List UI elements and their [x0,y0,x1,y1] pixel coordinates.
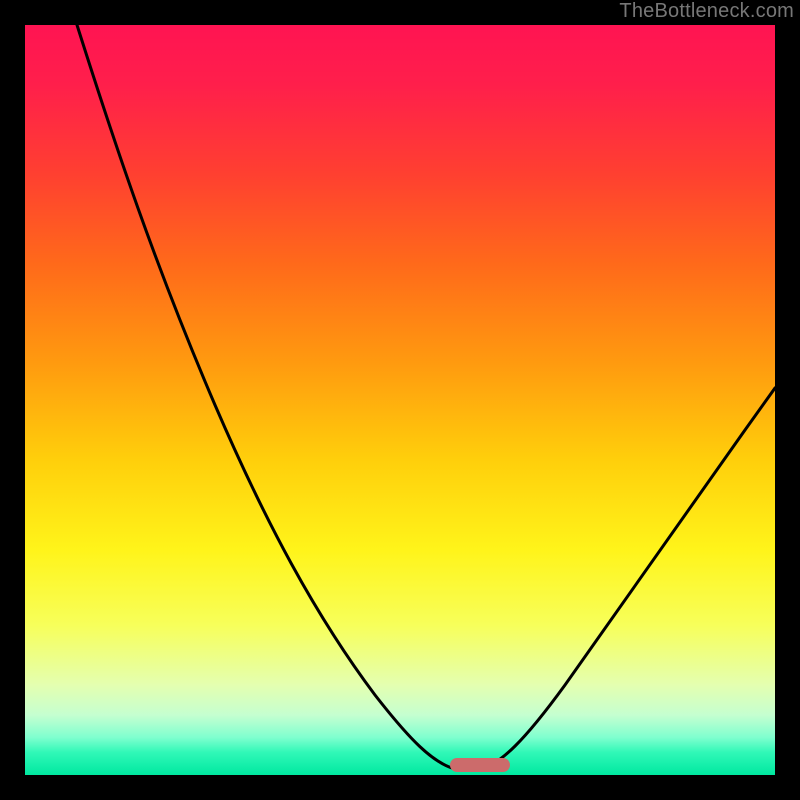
optimal-marker [450,758,510,772]
bottleneck-curve-path [77,25,775,769]
watermark-text: TheBottleneck.com [619,0,794,23]
chart-frame: TheBottleneck.com [0,0,800,800]
bottleneck-curve [25,25,775,775]
